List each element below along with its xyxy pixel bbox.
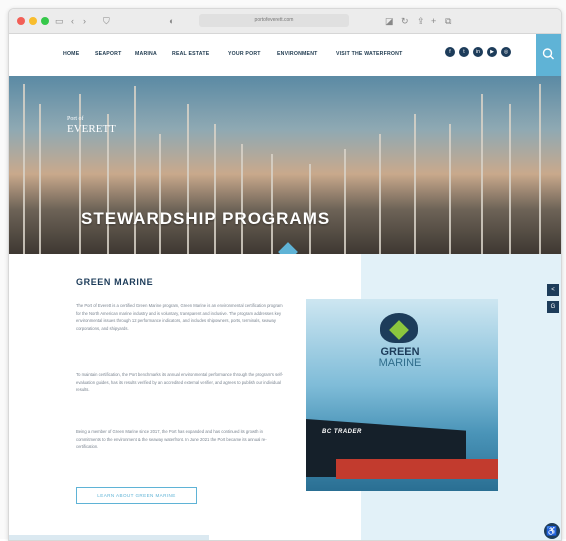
mast-decoration [379, 134, 381, 254]
reader-icon[interactable]: ◐ [169, 15, 174, 27]
mast-decoration [449, 124, 451, 254]
green-marine-photo: BC TRADER GREEN MARINE [306, 299, 498, 491]
paragraph-2: To maintain certification, the Port benc… [76, 372, 284, 392]
green-marine-logo-line2: MARINE [378, 357, 422, 369]
new-tab-icon[interactable]: + [431, 15, 436, 27]
refresh-icon[interactable]: ↻ [401, 15, 409, 27]
minimize-window-button[interactable] [29, 17, 37, 25]
mast-decoration [159, 134, 161, 254]
mast-decoration [214, 124, 216, 254]
main-content: GREEN MARINE The Port of Everett is a ce… [9, 254, 561, 540]
share-icon[interactable]: ⇪ [417, 15, 425, 27]
youtube-icon[interactable]: ▶ [487, 47, 497, 57]
mast-decoration [539, 84, 541, 254]
forward-icon[interactable]: › [83, 15, 86, 27]
nav-marina[interactable]: MARINA [135, 51, 157, 57]
sidebar-toggle-icon[interactable]: ▭ [55, 15, 64, 27]
extensions-icon[interactable]: ◪ [385, 15, 394, 27]
footer-strip [9, 535, 209, 540]
section-title: GREEN MARINE [76, 277, 154, 287]
mast-decoration [509, 104, 511, 254]
mast-decoration [271, 154, 273, 254]
back-icon[interactable]: ‹ [71, 15, 74, 27]
nav-home[interactable]: HOME [63, 51, 79, 57]
tabs-overview-icon[interactable]: ⧉ [445, 15, 451, 27]
twitter-icon[interactable]: t [459, 47, 469, 57]
mast-decoration [414, 114, 416, 254]
facebook-icon[interactable]: f [445, 47, 455, 57]
maximize-window-button[interactable] [41, 17, 49, 25]
search-icon [542, 48, 554, 60]
hero-banner: Port of EVERETT STEWARDSHIP PROGRAMS [9, 76, 561, 254]
share-icon[interactable]: < [547, 284, 559, 296]
browser-window: ▭ ‹ › ⛉ ◐ portofeverett.com ◪ ↻ ⇪ + ⧉ HO… [8, 8, 562, 541]
site-navigation: HOME SEAPORT MARINA REAL ESTATE YOUR POR… [9, 34, 561, 76]
translate-icon[interactable]: G [547, 301, 559, 313]
linkedin-icon[interactable]: in [473, 47, 483, 57]
mast-decoration [39, 104, 41, 254]
ship-name-label: BC TRADER [322, 429, 362, 435]
accessibility-icon[interactable]: ♿ [544, 523, 560, 539]
mast-decoration [344, 149, 346, 254]
mast-decoration [481, 94, 483, 254]
nav-your-port[interactable]: YOUR PORT [228, 51, 261, 57]
close-window-button[interactable] [17, 17, 25, 25]
paragraph-3: Being a member of Green Marine since 201… [76, 429, 267, 449]
shield-icon[interactable]: ⛉ [103, 15, 110, 27]
nav-seaport[interactable]: SEAPORT [95, 51, 121, 57]
green-marine-logo: GREEN MARINE [360, 347, 440, 369]
mast-decoration [187, 104, 189, 254]
logo-line-main: EVERETT [67, 123, 116, 135]
mast-decoration [23, 84, 25, 254]
browser-toolbar: ▭ ‹ › ⛉ ◐ portofeverett.com ◪ ↻ ⇪ + ⧉ [9, 9, 561, 34]
nav-visit-the-waterfront[interactable]: VISIT THE WATERFRONT [336, 51, 402, 57]
port-of-everett-logo[interactable]: Port of EVERETT [67, 114, 116, 135]
learn-about-green-marine-button[interactable]: LEARN ABOUT GREEN MARINE [76, 487, 197, 504]
mast-decoration [107, 114, 109, 254]
ship-waterline [336, 459, 498, 479]
instagram-icon[interactable]: ◎ [501, 47, 511, 57]
nav-environment[interactable]: ENVIRONMENT [277, 51, 318, 57]
search-button[interactable] [536, 34, 561, 76]
address-bar[interactable]: portofeverett.com [199, 14, 349, 27]
page-title: STEWARDSHIP PROGRAMS [81, 209, 331, 228]
paragraph-1: The Port of Everett is a certified Green… [76, 303, 283, 331]
nav-real-estate[interactable]: REAL ESTATE [172, 51, 209, 57]
mast-decoration [241, 144, 243, 254]
